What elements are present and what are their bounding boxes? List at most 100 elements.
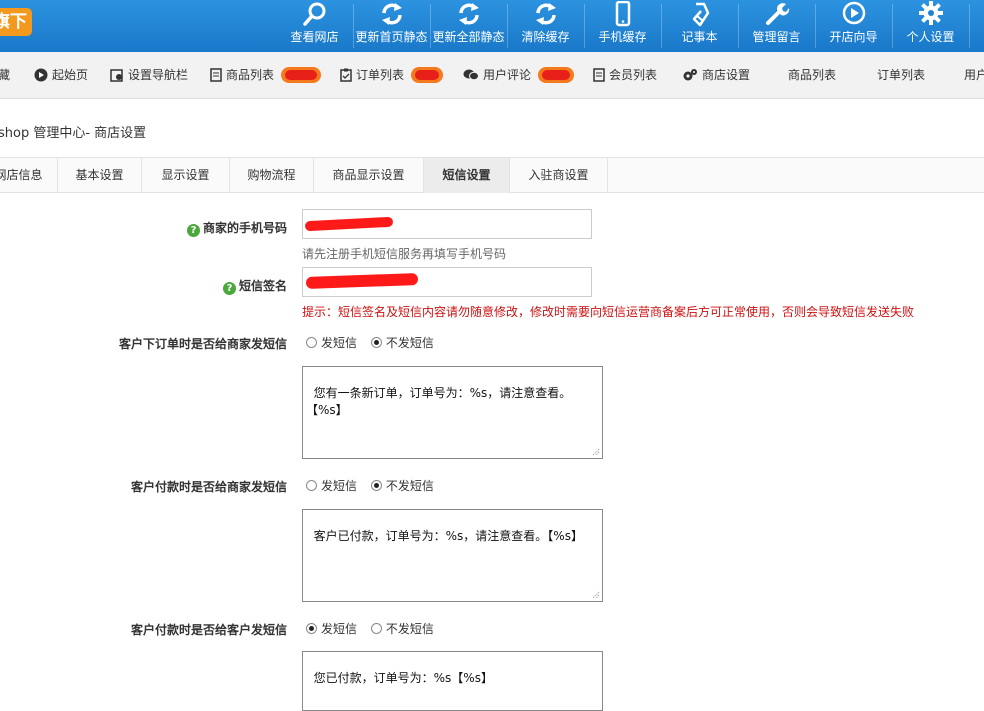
nav-item-label: 会员列表 xyxy=(609,68,658,82)
update-all-static-button[interactable]: 更新全部静态 xyxy=(430,0,507,52)
view-shop-button[interactable]: 查看网店 xyxy=(276,0,353,52)
order-sms-nosend-option[interactable]: 不发短信 xyxy=(370,334,434,351)
count-badge xyxy=(537,66,574,83)
refresh-icon xyxy=(381,3,402,25)
notebook-label: 记事本 xyxy=(681,30,718,44)
payment-customer-nosend-option[interactable]: 不发短信 xyxy=(370,620,434,637)
shop-wizard-label: 开店向导 xyxy=(829,30,878,44)
order-sms-radio-group: 发短信 不发短信 xyxy=(306,334,444,351)
refresh-icon xyxy=(458,3,479,25)
personal-settings-label: 个人设置 xyxy=(906,30,955,44)
nav-item-label: 商店设置 xyxy=(702,68,751,82)
nav-item-product-list[interactable]: 商品列表 xyxy=(210,52,321,99)
radio-button[interactable] xyxy=(370,337,382,348)
radio-button[interactable] xyxy=(306,623,317,634)
payment-merchant-nosend-option[interactable]: 不发短信 xyxy=(370,477,434,494)
payment-merchant-send-label: 发短信 xyxy=(321,479,358,493)
phone-hint: 请先注册手机短信服务再填写手机号码 xyxy=(302,247,507,261)
personal-settings-button[interactable]: 个人设置 xyxy=(892,0,969,52)
nav-item-favorites[interactable]: 藏 xyxy=(0,52,10,99)
nav-item-member-list[interactable]: 会员列表 xyxy=(593,52,657,99)
tab-product-display[interactable]: 商品显示设置 xyxy=(314,158,424,193)
payment-merchant-sms-label: 客户付款时是否给商家发短信 xyxy=(130,480,287,494)
payment-customer-sms-radio-group: 发短信 不发短信 xyxy=(306,620,444,637)
sms-signature-warning: 提示：短信签名及短信内容请勿随意修改，修改时需要向短信运营商备案后方可正常使用，… xyxy=(302,305,915,319)
count-badge xyxy=(410,66,443,83)
nav-item-label: 藏 xyxy=(0,68,11,82)
nav-item-label: 订单列表 xyxy=(877,68,926,82)
resize-grip-icon[interactable] xyxy=(590,446,600,456)
payment-merchant-template-text: 客户已付款，订单号为：%s，请注意查看。【%s】 xyxy=(313,529,583,543)
nav-item-users[interactable]: 用户 xyxy=(964,52,984,99)
document-icon xyxy=(210,67,222,82)
nav-item-shop-settings[interactable]: 商店设置 xyxy=(682,52,750,99)
manage-messages-label: 管理留言 xyxy=(752,30,801,44)
nav-item-label: 商品列表 xyxy=(788,68,837,82)
settings-nav-icon xyxy=(110,68,123,82)
help-icon[interactable]: ? xyxy=(186,224,200,237)
order-sms-template-textarea[interactable]: 您有一条新订单，订单号为：%s，请注意查看。【%s】 xyxy=(302,366,603,459)
tab-display-settings[interactable]: 显示设置 xyxy=(142,158,230,193)
help-icon[interactable]: ? xyxy=(222,282,236,295)
radio-button[interactable] xyxy=(306,337,317,348)
gears-icon xyxy=(683,68,697,80)
refresh-icon xyxy=(535,3,556,25)
order-sms-send-label: 发短信 xyxy=(321,336,358,350)
divider xyxy=(969,4,970,48)
payment-customer-template-textarea[interactable]: 您已付款，订单号为：%s【%s】 xyxy=(302,651,603,711)
payment-customer-sms-label: 客户付款时是否给客户发短信 xyxy=(130,623,287,637)
comments-icon xyxy=(463,69,479,80)
order-sms-label: 客户下订单时是否给商家发短信 xyxy=(118,337,287,351)
clear-cache-button[interactable]: 清除缓存 xyxy=(507,0,584,52)
notebook-button[interactable]: 记事本 xyxy=(661,0,738,52)
order-sms-send-option[interactable]: 发短信 xyxy=(306,334,357,351)
order-sms-nosend-label: 不发短信 xyxy=(385,336,434,350)
tab-merchant-settings[interactable]: 入驻商设置 xyxy=(510,158,608,193)
phone-label-text: 商家的手机号码 xyxy=(202,221,287,235)
manage-messages-button[interactable]: 管理留言 xyxy=(738,0,815,52)
radio-button[interactable] xyxy=(370,480,382,491)
nav-item-label: 设置导航栏 xyxy=(128,68,189,82)
nav-item-user-comments[interactable]: 用户评论 xyxy=(463,52,574,99)
nav-item-label: 用户评论 xyxy=(483,68,532,82)
radio-button[interactable] xyxy=(370,623,382,634)
play-icon xyxy=(34,68,48,81)
tab-sms-settings[interactable]: 短信设置 xyxy=(424,158,510,193)
nav-item-set-navbar[interactable]: 设置导航栏 xyxy=(110,52,188,99)
nav-item-order-list-2[interactable]: 订单列表 xyxy=(877,52,925,99)
tab-shopping-flow[interactable]: 购物流程 xyxy=(230,158,314,193)
payment-merchant-template-textarea[interactable]: 客户已付款，订单号为：%s，请注意查看。【%s】 xyxy=(302,509,603,602)
quick-nav-bar: 藏 起始页 设置导航栏 商品列表 订单列表 用户评论 会员列表 商店设置 商品列… xyxy=(0,52,984,99)
phone-icon xyxy=(615,1,630,27)
nav-item-start-page[interactable]: 起始页 xyxy=(34,52,88,99)
shop-wizard-button[interactable]: 开店向导 xyxy=(815,0,892,52)
payment-merchant-sms-radio-group: 发短信 不发短信 xyxy=(306,477,444,494)
update-all-static-label: 更新全部静态 xyxy=(432,30,505,44)
order-sms-template-text: 您有一条新订单，订单号为：%s，请注意查看。【%s】 xyxy=(306,386,572,417)
resize-grip-icon[interactable] xyxy=(590,589,600,599)
nav-item-label: 起始页 xyxy=(52,68,89,82)
mobile-cache-label: 手机缓存 xyxy=(598,30,647,44)
breadcrumb: shop 管理中心- 商店设置 xyxy=(0,126,147,141)
payment-merchant-send-option[interactable]: 发短信 xyxy=(306,477,357,494)
phone-label: ? 商家的手机号码 xyxy=(186,219,287,237)
mobile-cache-button[interactable]: 手机缓存 xyxy=(584,0,661,52)
document-icon xyxy=(593,67,605,82)
nav-item-order-list[interactable]: 订单列表 xyxy=(340,52,443,99)
payment-customer-send-option[interactable]: 发短信 xyxy=(306,620,357,637)
settings-tabs: 网店信息 基本设置 显示设置 购物流程 商品显示设置 短信设置 入驻商设置 xyxy=(0,157,984,193)
radio-button[interactable] xyxy=(306,480,317,491)
tab-shop-info[interactable]: 网店信息 xyxy=(0,158,58,193)
wrench-icon xyxy=(765,3,789,25)
nav-item-product-list-2[interactable]: 商品列表 xyxy=(788,52,836,99)
play-circle-icon xyxy=(842,1,865,25)
sms-signature-label-text: 短信签名 xyxy=(238,279,287,293)
tab-basic-settings[interactable]: 基本设置 xyxy=(58,158,142,193)
search-icon xyxy=(302,2,325,26)
update-home-static-button[interactable]: 更新首页静态 xyxy=(353,0,430,52)
payment-customer-template-text: 您已付款，订单号为：%s【%s】 xyxy=(313,671,493,685)
logo-badge[interactable]: 旗下 xyxy=(0,8,32,36)
clipboard-icon xyxy=(340,68,352,82)
sms-signature-label: ? 短信签名 xyxy=(222,277,287,295)
gear-icon xyxy=(918,1,943,25)
